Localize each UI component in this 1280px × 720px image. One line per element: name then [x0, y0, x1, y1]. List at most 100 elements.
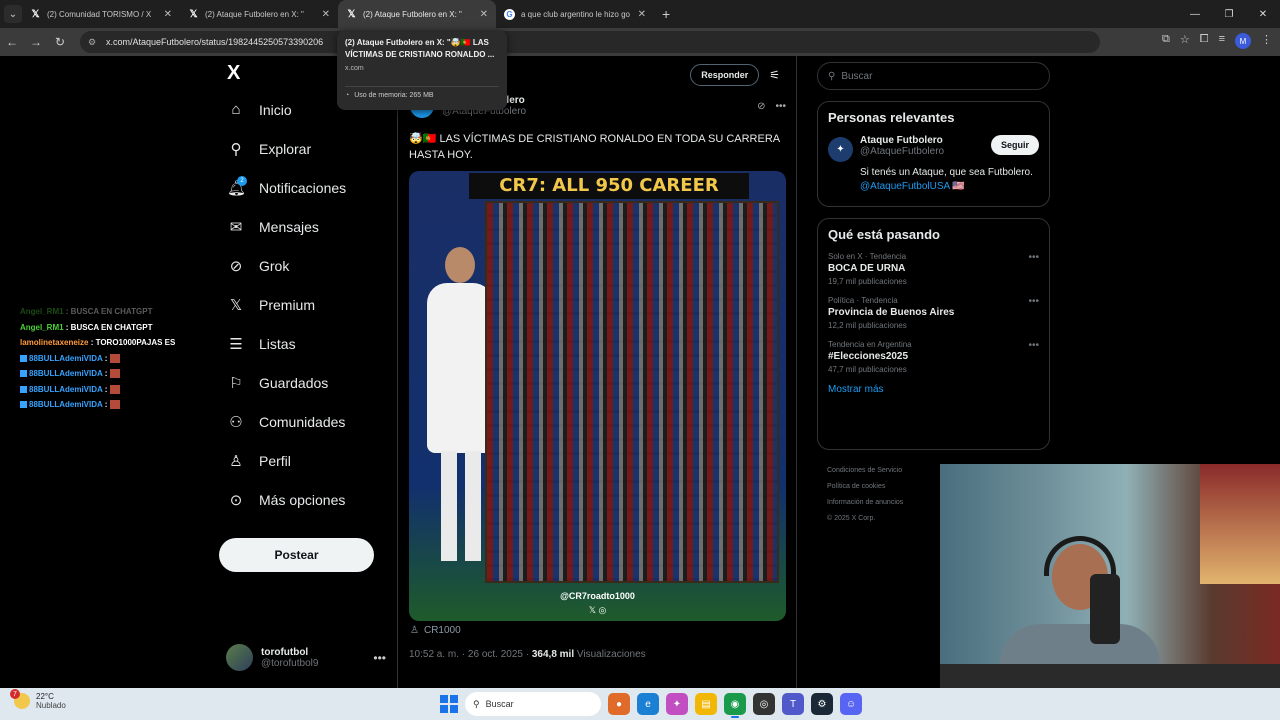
forward-icon[interactable]: → — [24, 35, 48, 49]
headset — [1044, 536, 1116, 576]
bookmark-star-icon[interactable]: ☆ — [1180, 33, 1190, 49]
more-icon[interactable]: ••• — [1028, 252, 1039, 263]
footer-link[interactable]: Condiciones de Servicio — [827, 463, 947, 479]
url-input[interactable]: ⚙ x.com/AtaqueFutbolero/status/198244525… — [80, 31, 1100, 53]
site-info-icon[interactable]: ⚙ — [88, 37, 100, 48]
nav-item-more[interactable]: ⊙ Más opciones — [219, 480, 389, 519]
reply-button[interactable]: Responder — [690, 64, 760, 86]
more-icon[interactable]: ••• — [373, 651, 386, 665]
nav-item-premium[interactable]: 𝕏 Premium — [219, 285, 389, 324]
discord-icon[interactable]: ☺ — [840, 693, 862, 715]
nav-item-profile[interactable]: ♙ Perfil — [219, 441, 389, 480]
close-tab-icon[interactable]: ✕ — [164, 9, 172, 20]
teams-icon[interactable]: T — [782, 693, 804, 715]
weather-widget[interactable]: 7 22°C Nublado — [10, 689, 66, 710]
tab-list-button[interactable]: ⌄ — [4, 5, 22, 23]
left-navigation: X ⌂ Inicio ⚲ Explorar 🔔︎ 2 Notificaciones ✉ M… — [219, 62, 389, 519]
url-text: x.com/AtaqueFutbolero/status/19824452505… — [106, 37, 324, 47]
card-title: Qué está pasando — [828, 227, 940, 242]
tagged-user[interactable]: ♙ CR1000 — [410, 625, 461, 636]
nav-item-bookmarks[interactable]: ⚐ Guardados — [219, 363, 389, 402]
profile-avatar[interactable]: M — [1235, 33, 1251, 49]
chat-user: Angel_RM1 — [20, 307, 64, 316]
close-window-icon[interactable]: ✕ — [1246, 0, 1280, 28]
address-bar-row: ← → ↻ ⚙ x.com/AtaqueFutbolero/status/198… — [0, 28, 1280, 56]
chat-user: 88BULLAdemiVIDA — [29, 400, 103, 409]
settings-sliders-icon[interactable]: ⚟ — [769, 68, 780, 82]
nav-item-communities[interactable]: ⚇ Comunidades — [219, 402, 389, 441]
obs-icon[interactable]: ◎ — [753, 693, 775, 715]
file-explorer-icon[interactable]: ▤ — [695, 693, 717, 715]
browser-tab[interactable]: 𝕏 (2) Comunidad TORISMO / X ✕ — [22, 0, 180, 28]
show-more-link[interactable]: Mostrar más — [828, 384, 1039, 395]
taskbar-search[interactable]: ⚲ Buscar — [465, 692, 601, 716]
close-tab-icon[interactable]: ✕ — [322, 9, 330, 20]
post-column: Responder ⚟ Ataque Futbolero @AtaqueFutb… — [397, 56, 797, 720]
nav-item-notifications[interactable]: 🔔︎ 2 Notificaciones — [219, 168, 389, 207]
menu-dots-icon[interactable]: ⋮ — [1261, 33, 1272, 49]
x-logo-icon: 𝕏 — [347, 8, 356, 20]
browser-tab[interactable]: G a que club argentino le hizo go ✕ — [496, 0, 654, 28]
steam-icon[interactable]: ⚙ — [811, 693, 833, 715]
post-image[interactable]: CR7: ALL 950 CAREER GOALS @CR7roadto1000… — [409, 171, 786, 621]
nav-item-messages[interactable]: ✉ Mensajes — [219, 207, 389, 246]
stream-chat-overlay: Angel_RM1 : BUSCA EN CHATGPT Angel_RM1 :… — [20, 304, 240, 413]
minimize-icon[interactable]: — — [1178, 0, 1212, 28]
nav-item-explore[interactable]: ⚲ Explorar — [219, 129, 389, 168]
chat-text: : — [102, 353, 110, 363]
back-icon[interactable]: ← — [0, 35, 24, 49]
chat-text: : — [102, 369, 110, 378]
trend-item[interactable]: Tendencia en Argentina #Elecciones2025 4… — [828, 340, 1039, 374]
chat-message: 88BULLAdemiVIDA : — [20, 382, 240, 398]
cast-icon[interactable]: ⧉ — [1162, 33, 1170, 49]
extensions-icon[interactable]: ⧠ — [1200, 33, 1209, 49]
webcam-overlay — [940, 464, 1280, 688]
nav-label: Listas — [259, 335, 296, 352]
browser-tab[interactable]: 𝕏 (2) Ataque Futbolero en X: " ✕ — [180, 0, 338, 28]
account-switcher[interactable]: torofutbol @torofutbol9 ••• — [226, 644, 386, 671]
bio-text: Si tenés un Ataque, que sea Futbolero. — [860, 167, 1033, 178]
reload-icon[interactable]: ↻ — [48, 35, 72, 49]
restore-icon[interactable]: ❐ — [1212, 0, 1246, 28]
relevant-person[interactable]: ✦ Ataque Futbolero @AtaqueFutbolero Segu… — [828, 135, 1039, 162]
player-legs — [441, 451, 481, 561]
more-icon[interactable]: ••• — [775, 101, 786, 112]
post-button[interactable]: Postear — [219, 538, 374, 572]
chat-message: 88BULLAdemiVIDA : — [20, 397, 240, 413]
trend-context: Solo en X · Tendencia — [828, 252, 907, 261]
image-title: CR7: ALL 950 CAREER GOALS — [469, 173, 749, 222]
trend-item[interactable]: Política · Tendencia Provincia de Buenos… — [828, 296, 1039, 330]
search-input[interactable]: ⚲ Buscar — [817, 62, 1050, 90]
copilot-icon[interactable]: ✦ — [666, 693, 688, 715]
footer-link[interactable]: Política de cookies — [827, 479, 947, 495]
game-app-icon[interactable]: ● — [608, 693, 630, 715]
weather-desc: Nublado — [36, 701, 66, 710]
trend-name: BOCA DE URNA — [828, 263, 906, 274]
search-icon: ⚲ — [828, 70, 836, 82]
grok-icon[interactable]: ⊘ — [757, 101, 765, 112]
tab-title: (2) Ataque Futbolero en X: " — [205, 9, 304, 19]
windows-start-icon[interactable] — [440, 695, 458, 713]
footer-link[interactable]: Información de anuncios — [827, 495, 947, 511]
trend-item[interactable]: Solo en X · Tendencia BOCA DE URNA 19,7 … — [828, 252, 1039, 286]
nav-item-grok[interactable]: ⊘ Grok — [219, 246, 389, 285]
close-tab-icon[interactable]: ✕ — [480, 9, 488, 20]
more-icon[interactable]: ••• — [1028, 296, 1039, 307]
tab-title: a que club argentino le hizo go — [521, 9, 630, 19]
edge-icon[interactable]: e — [637, 693, 659, 715]
player-head — [445, 247, 475, 283]
hover-card-title: (2) Ataque Futbolero en X: "🤯🇵🇹 LAS VÍCT… — [345, 38, 495, 59]
more-icon[interactable]: ••• — [1028, 340, 1039, 351]
new-tab-icon[interactable]: + — [662, 6, 670, 22]
communities-icon: ⚇ — [229, 413, 243, 431]
browser-tab-active[interactable]: 𝕏 (2) Ataque Futbolero en X: " ✕ — [338, 0, 496, 28]
close-tab-icon[interactable]: ✕ — [638, 9, 646, 20]
bio-link[interactable]: @AtaqueFutbolUSA 🇺🇸 — [860, 181, 965, 192]
emote-icon — [109, 369, 120, 379]
nav-item-lists[interactable]: ☰ Listas — [219, 324, 389, 363]
tab-hover-card: (2) Ataque Futbolero en X: "🤯🇵🇹 LAS VÍCT… — [337, 30, 507, 110]
reading-list-icon[interactable]: ≡ — [1219, 33, 1225, 49]
post-time[interactable]: 10:52 a. m. · 26 oct. 2025 · — [409, 649, 532, 660]
chrome-icon[interactable]: ◉ — [724, 693, 746, 718]
follow-button[interactable]: Seguir — [990, 135, 1039, 155]
